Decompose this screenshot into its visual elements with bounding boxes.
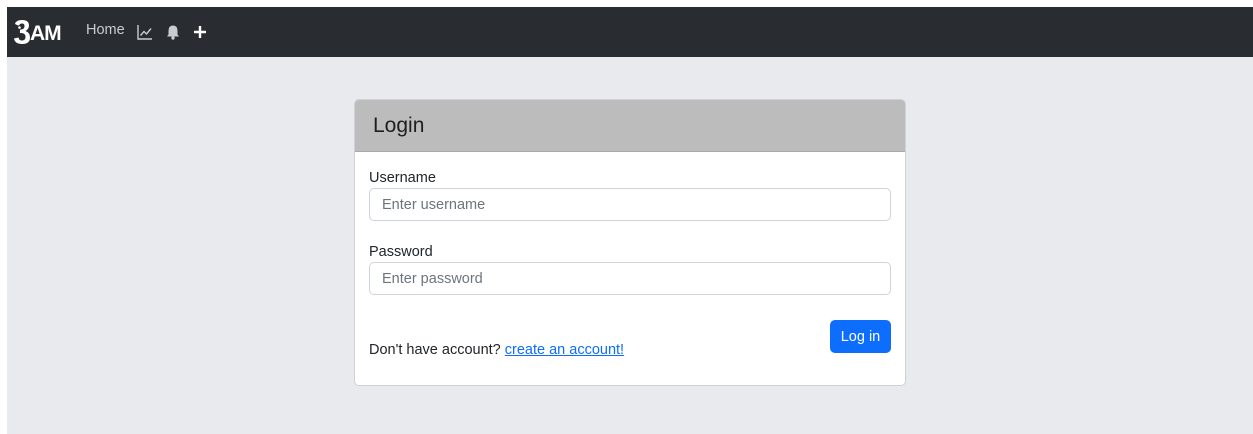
password-label: Password [369,244,433,260]
brand-logo-icon [13,19,31,45]
brand-logo-link[interactable]: AM [13,18,71,46]
plus-icon[interactable] [193,24,207,45]
create-account-link[interactable]: create an account! [505,342,624,358]
username-label: Username [369,170,436,186]
login-card: Login Username Password Don't have accou… [354,99,906,386]
username-input[interactable] [369,188,891,221]
login-button[interactable]: Log in [830,320,891,353]
password-input[interactable] [369,262,891,295]
no-account-text: Don't have account? [369,342,501,358]
signup-prompt: Don't have account? create an account! [369,342,624,358]
bell-icon[interactable] [166,24,180,45]
login-title: Login [373,114,425,137]
page-background: AM Home Login Username Password [7,7,1253,434]
brand-text: AM [30,22,62,45]
chart-line-icon[interactable] [137,24,153,45]
top-navbar: AM Home [7,7,1253,57]
login-card-header: Login [355,100,905,152]
nav-home-link[interactable]: Home [86,22,125,38]
